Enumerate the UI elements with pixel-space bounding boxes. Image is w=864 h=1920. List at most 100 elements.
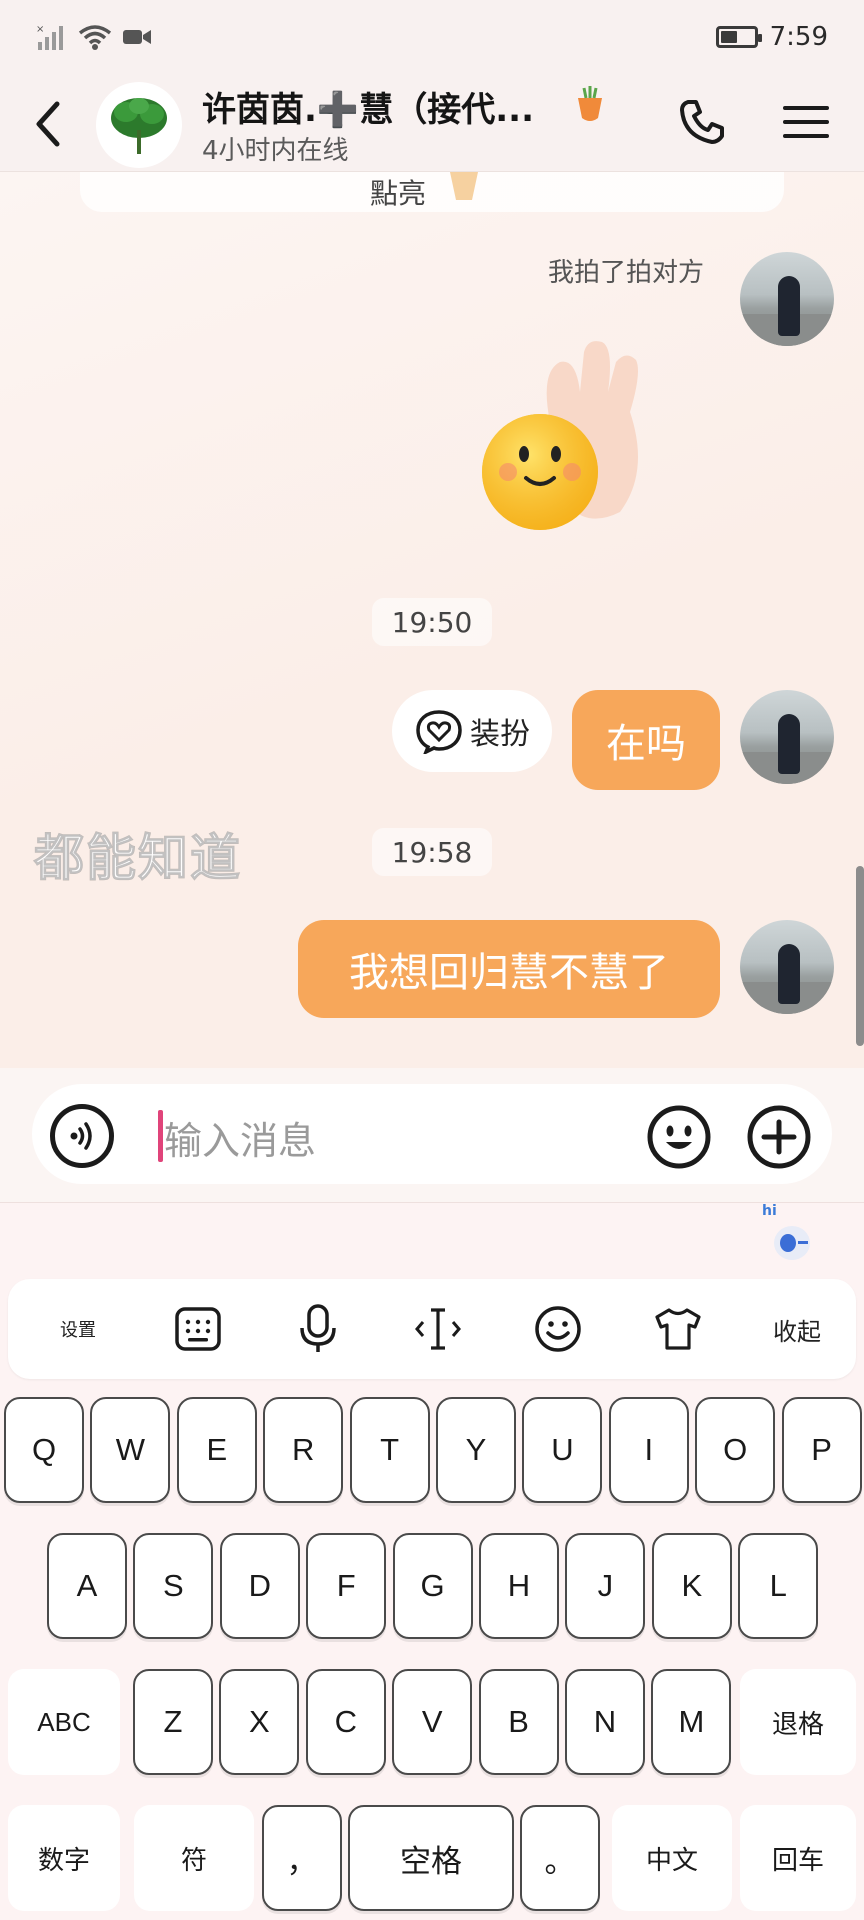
video-icon: [123, 30, 151, 44]
previous-card: [80, 172, 784, 212]
abc-key[interactable]: ABC: [8, 1669, 120, 1775]
collapse-keyboard-button[interactable]: 收起: [738, 1279, 856, 1379]
heart-chat-icon: [416, 710, 462, 754]
message-bubble[interactable]: 在吗: [572, 690, 720, 790]
key-s[interactable]: S: [133, 1533, 214, 1639]
voice-wave-icon: [70, 1122, 92, 1150]
plus-button[interactable]: [746, 1104, 812, 1170]
plant-icon: [111, 98, 167, 154]
back-button[interactable]: [18, 92, 78, 156]
key-g[interactable]: G: [392, 1533, 473, 1639]
message-bubble[interactable]: 我想回归慧不慧了: [298, 920, 720, 1018]
status-right: 7:59: [715, 22, 828, 52]
key-q[interactable]: Q: [4, 1397, 84, 1503]
keyboard-icon: [175, 1307, 221, 1351]
key-a[interactable]: A: [47, 1533, 127, 1639]
emoji-button[interactable]: [646, 1104, 712, 1170]
message-input[interactable]: [32, 1084, 832, 1184]
keyboard-toolbar: 设置 收起: [8, 1279, 856, 1379]
key-v[interactable]: V: [392, 1669, 473, 1775]
battery-fill: [720, 31, 737, 43]
chinese-key[interactable]: 中文: [612, 1805, 732, 1911]
my-avatar[interactable]: [740, 690, 834, 784]
text-cursor-icon: [415, 1308, 461, 1350]
period-key[interactable]: 。: [520, 1805, 600, 1911]
dress-up-label: 装扮: [470, 717, 530, 752]
key-h[interactable]: H: [479, 1533, 559, 1639]
key-y[interactable]: Y: [436, 1397, 516, 1503]
key-t[interactable]: T: [349, 1397, 430, 1503]
timestamp: 19:50: [372, 598, 492, 646]
key-f[interactable]: F: [306, 1533, 387, 1639]
symbols-key[interactable]: 符: [134, 1805, 254, 1911]
comma-key[interactable]: ，: [262, 1805, 342, 1911]
emoji-panel-button[interactable]: [498, 1279, 618, 1379]
keyboard-switch-button[interactable]: [138, 1279, 258, 1379]
cup-icon: [450, 172, 478, 200]
settings-button[interactable]: 设置: [18, 1279, 138, 1379]
text-cursor: [158, 1110, 163, 1162]
skin-button[interactable]: [618, 1279, 738, 1379]
key-j[interactable]: J: [565, 1533, 646, 1639]
clock: 7:59: [769, 22, 828, 52]
key-n[interactable]: N: [565, 1669, 645, 1775]
contact-avatar[interactable]: [96, 82, 182, 168]
voice-input-button[interactable]: [258, 1279, 378, 1379]
key-u[interactable]: U: [522, 1397, 603, 1503]
wifi-icon: [78, 25, 112, 50]
message-input-placeholder: 输入消息: [164, 1119, 317, 1163]
menu-button[interactable]: [774, 90, 838, 154]
numbers-key[interactable]: 数字: [8, 1805, 120, 1911]
wave-hand-emoji-sticker[interactable]: [480, 332, 680, 552]
call-button[interactable]: [672, 90, 732, 154]
key-r[interactable]: R: [263, 1397, 344, 1503]
contact-name[interactable]: 许茵茵.➕慧（接代...: [202, 82, 534, 131]
key-p[interactable]: P: [781, 1397, 862, 1503]
key-d[interactable]: D: [219, 1533, 300, 1639]
svg-text:×: ×: [36, 24, 44, 35]
tshirt-icon: [655, 1308, 701, 1350]
timestamp: 19:58: [372, 828, 492, 876]
settings-label: 设置: [60, 1320, 96, 1341]
space-key[interactable]: 空格: [348, 1805, 514, 1911]
microphone-icon: [300, 1304, 336, 1352]
enter-key[interactable]: 回车: [740, 1805, 856, 1911]
key-i[interactable]: I: [608, 1397, 689, 1503]
key-m[interactable]: M: [651, 1669, 732, 1775]
voice-button[interactable]: [50, 1104, 114, 1168]
my-avatar[interactable]: [740, 252, 834, 346]
key-o[interactable]: O: [695, 1397, 776, 1503]
key-k[interactable]: K: [651, 1533, 732, 1639]
key-b[interactable]: B: [478, 1669, 559, 1775]
key-z[interactable]: Z: [133, 1669, 213, 1775]
scrollbar[interactable]: [856, 866, 864, 1046]
phone-icon: [680, 100, 724, 144]
smile-icon: [535, 1306, 581, 1352]
previous-card-text: 點亮: [370, 177, 427, 210]
status-bar: × 7:59: [0, 0, 864, 76]
chevron-left-icon: [36, 101, 60, 147]
mascot-text: hi: [762, 1203, 777, 1219]
chat-area[interactable]: 點亮 我拍了拍对方 19:50 装扮 在吗 都能知道 19:58 我想回归慧不慧…: [0, 172, 864, 1068]
no-signal-icon: ×: [36, 24, 63, 50]
key-c[interactable]: C: [305, 1669, 386, 1775]
cursor-move-button[interactable]: [378, 1279, 498, 1379]
key-e[interactable]: E: [176, 1397, 257, 1503]
chat-header: 许茵茵.➕慧（接代... 4小时内在线: [0, 76, 864, 172]
input-bar: 输入消息: [0, 1068, 864, 1202]
ime-mascot[interactable]: hi: [756, 1203, 820, 1265]
battery-icon: [715, 26, 762, 48]
status-icons: ×: [36, 22, 152, 52]
backspace-key[interactable]: 退格: [740, 1669, 856, 1775]
contact-status: 4小时内在线: [202, 136, 349, 166]
key-w[interactable]: W: [90, 1397, 171, 1503]
dress-up-button[interactable]: 装扮: [392, 690, 552, 772]
mascot-icon: [774, 1226, 810, 1260]
key-x[interactable]: X: [219, 1669, 300, 1775]
key-l[interactable]: L: [738, 1533, 819, 1639]
carrot-icon: [578, 86, 602, 121]
my-avatar[interactable]: [740, 920, 834, 1014]
hamburger-icon: [783, 106, 829, 138]
pat-notice: 我拍了拍对方: [548, 258, 705, 288]
keyboard: hi 设置 收起 Q W E R T Y U I O P A S D F G H…: [0, 1202, 864, 1920]
